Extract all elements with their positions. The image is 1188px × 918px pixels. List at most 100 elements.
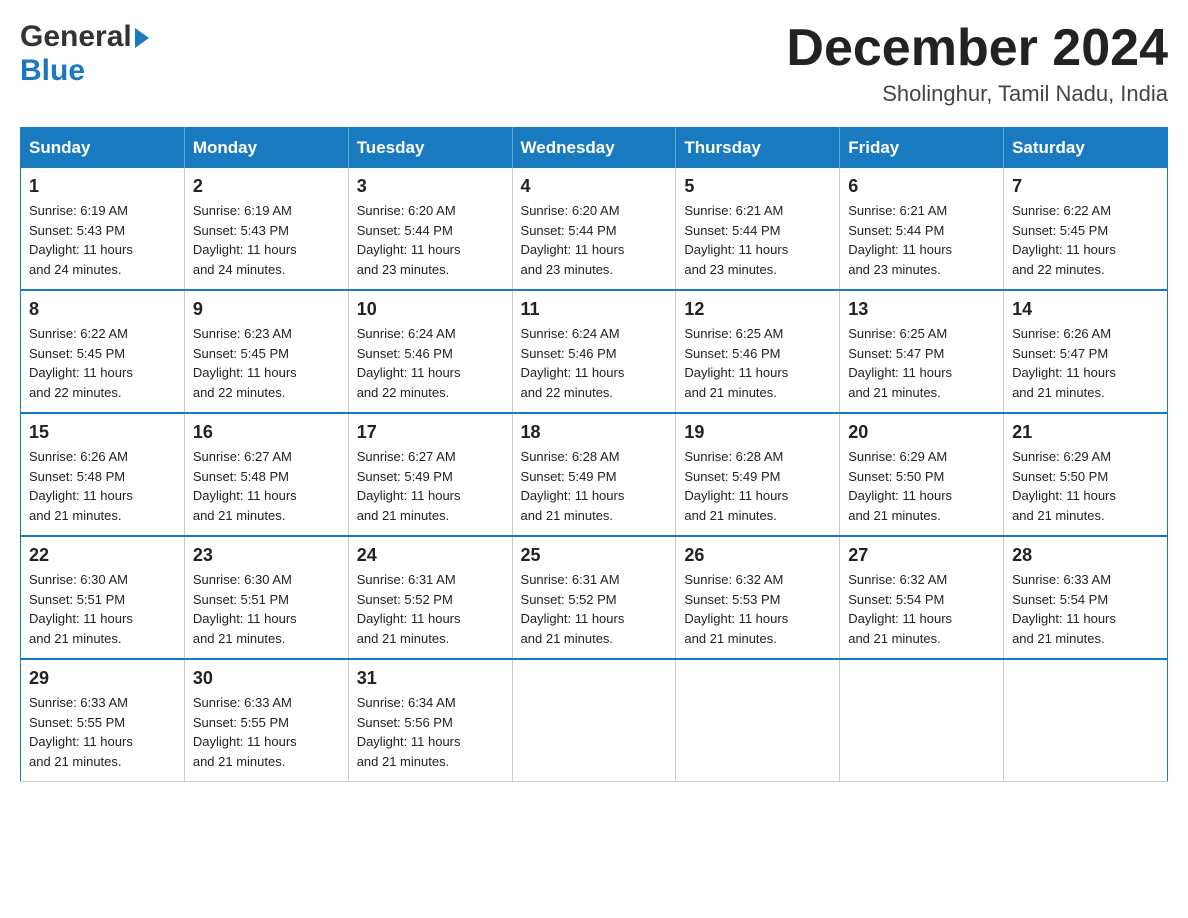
day-number: 1: [29, 176, 176, 197]
day-info: Sunrise: 6:32 AMSunset: 5:53 PMDaylight:…: [684, 572, 788, 646]
day-info: Sunrise: 6:30 AMSunset: 5:51 PMDaylight:…: [29, 572, 133, 646]
calendar-cell: 10 Sunrise: 6:24 AMSunset: 5:46 PMDaylig…: [348, 290, 512, 413]
calendar-cell: 16 Sunrise: 6:27 AMSunset: 5:48 PMDaylig…: [184, 413, 348, 536]
day-number: 24: [357, 545, 504, 566]
calendar-header-sunday: Sunday: [21, 128, 185, 169]
calendar-cell: 24 Sunrise: 6:31 AMSunset: 5:52 PMDaylig…: [348, 536, 512, 659]
calendar-header-tuesday: Tuesday: [348, 128, 512, 169]
calendar-cell: [1004, 659, 1168, 782]
calendar-header-row: SundayMondayTuesdayWednesdayThursdayFrid…: [21, 128, 1168, 169]
calendar-cell: 18 Sunrise: 6:28 AMSunset: 5:49 PMDaylig…: [512, 413, 676, 536]
day-info: Sunrise: 6:28 AMSunset: 5:49 PMDaylight:…: [521, 449, 625, 523]
calendar-cell: 13 Sunrise: 6:25 AMSunset: 5:47 PMDaylig…: [840, 290, 1004, 413]
day-number: 31: [357, 668, 504, 689]
calendar-header-monday: Monday: [184, 128, 348, 169]
day-info: Sunrise: 6:33 AMSunset: 5:55 PMDaylight:…: [29, 695, 133, 769]
day-number: 28: [1012, 545, 1159, 566]
day-info: Sunrise: 6:26 AMSunset: 5:47 PMDaylight:…: [1012, 326, 1116, 400]
day-number: 15: [29, 422, 176, 443]
day-info: Sunrise: 6:24 AMSunset: 5:46 PMDaylight:…: [521, 326, 625, 400]
calendar-cell: 4 Sunrise: 6:20 AMSunset: 5:44 PMDayligh…: [512, 168, 676, 290]
day-info: Sunrise: 6:22 AMSunset: 5:45 PMDaylight:…: [29, 326, 133, 400]
day-info: Sunrise: 6:21 AMSunset: 5:44 PMDaylight:…: [684, 203, 788, 277]
calendar-cell: 20 Sunrise: 6:29 AMSunset: 5:50 PMDaylig…: [840, 413, 1004, 536]
day-info: Sunrise: 6:25 AMSunset: 5:47 PMDaylight:…: [848, 326, 952, 400]
day-number: 23: [193, 545, 340, 566]
calendar-cell: 31 Sunrise: 6:34 AMSunset: 5:56 PMDaylig…: [348, 659, 512, 782]
calendar-header-friday: Friday: [840, 128, 1004, 169]
calendar-cell: 2 Sunrise: 6:19 AMSunset: 5:43 PMDayligh…: [184, 168, 348, 290]
month-year-title: December 2024: [786, 20, 1168, 77]
calendar-cell: 15 Sunrise: 6:26 AMSunset: 5:48 PMDaylig…: [21, 413, 185, 536]
day-number: 21: [1012, 422, 1159, 443]
day-number: 25: [521, 545, 668, 566]
day-info: Sunrise: 6:31 AMSunset: 5:52 PMDaylight:…: [357, 572, 461, 646]
day-number: 12: [684, 299, 831, 320]
day-number: 11: [521, 299, 668, 320]
day-info: Sunrise: 6:19 AMSunset: 5:43 PMDaylight:…: [29, 203, 133, 277]
day-info: Sunrise: 6:24 AMSunset: 5:46 PMDaylight:…: [357, 326, 461, 400]
calendar-cell: [676, 659, 840, 782]
day-number: 18: [521, 422, 668, 443]
day-number: 7: [1012, 176, 1159, 197]
day-number: 27: [848, 545, 995, 566]
day-info: Sunrise: 6:30 AMSunset: 5:51 PMDaylight:…: [193, 572, 297, 646]
calendar-cell: 19 Sunrise: 6:28 AMSunset: 5:49 PMDaylig…: [676, 413, 840, 536]
day-info: Sunrise: 6:19 AMSunset: 5:43 PMDaylight:…: [193, 203, 297, 277]
day-number: 19: [684, 422, 831, 443]
calendar-cell: 29 Sunrise: 6:33 AMSunset: 5:55 PMDaylig…: [21, 659, 185, 782]
day-info: Sunrise: 6:27 AMSunset: 5:49 PMDaylight:…: [357, 449, 461, 523]
calendar-cell: [512, 659, 676, 782]
day-number: 9: [193, 299, 340, 320]
day-number: 5: [684, 176, 831, 197]
day-number: 16: [193, 422, 340, 443]
day-number: 26: [684, 545, 831, 566]
calendar-week-row: 1 Sunrise: 6:19 AMSunset: 5:43 PMDayligh…: [21, 168, 1168, 290]
day-number: 8: [29, 299, 176, 320]
day-info: Sunrise: 6:23 AMSunset: 5:45 PMDaylight:…: [193, 326, 297, 400]
calendar-cell: 11 Sunrise: 6:24 AMSunset: 5:46 PMDaylig…: [512, 290, 676, 413]
calendar-week-row: 8 Sunrise: 6:22 AMSunset: 5:45 PMDayligh…: [21, 290, 1168, 413]
day-info: Sunrise: 6:28 AMSunset: 5:49 PMDaylight:…: [684, 449, 788, 523]
calendar-header-thursday: Thursday: [676, 128, 840, 169]
logo-blue-text: Blue: [20, 54, 85, 87]
calendar-header-wednesday: Wednesday: [512, 128, 676, 169]
day-number: 30: [193, 668, 340, 689]
location-subtitle: Sholinghur, Tamil Nadu, India: [786, 81, 1168, 107]
day-number: 29: [29, 668, 176, 689]
calendar-week-row: 29 Sunrise: 6:33 AMSunset: 5:55 PMDaylig…: [21, 659, 1168, 782]
calendar-week-row: 22 Sunrise: 6:30 AMSunset: 5:51 PMDaylig…: [21, 536, 1168, 659]
day-info: Sunrise: 6:29 AMSunset: 5:50 PMDaylight:…: [1012, 449, 1116, 523]
day-number: 10: [357, 299, 504, 320]
calendar-header-saturday: Saturday: [1004, 128, 1168, 169]
page-header: General Blue December 2024 Sholinghur, T…: [20, 20, 1168, 107]
day-info: Sunrise: 6:33 AMSunset: 5:55 PMDaylight:…: [193, 695, 297, 769]
calendar-cell: 17 Sunrise: 6:27 AMSunset: 5:49 PMDaylig…: [348, 413, 512, 536]
logo: General Blue: [20, 20, 149, 88]
calendar-cell: 12 Sunrise: 6:25 AMSunset: 5:46 PMDaylig…: [676, 290, 840, 413]
day-info: Sunrise: 6:22 AMSunset: 5:45 PMDaylight:…: [1012, 203, 1116, 277]
calendar-cell: 23 Sunrise: 6:30 AMSunset: 5:51 PMDaylig…: [184, 536, 348, 659]
day-info: Sunrise: 6:21 AMSunset: 5:44 PMDaylight:…: [848, 203, 952, 277]
calendar-cell: 25 Sunrise: 6:31 AMSunset: 5:52 PMDaylig…: [512, 536, 676, 659]
day-number: 2: [193, 176, 340, 197]
calendar-cell: 9 Sunrise: 6:23 AMSunset: 5:45 PMDayligh…: [184, 290, 348, 413]
day-info: Sunrise: 6:31 AMSunset: 5:52 PMDaylight:…: [521, 572, 625, 646]
day-number: 3: [357, 176, 504, 197]
calendar-cell: 27 Sunrise: 6:32 AMSunset: 5:54 PMDaylig…: [840, 536, 1004, 659]
day-number: 20: [848, 422, 995, 443]
day-number: 6: [848, 176, 995, 197]
calendar-cell: 28 Sunrise: 6:33 AMSunset: 5:54 PMDaylig…: [1004, 536, 1168, 659]
calendar-cell: 21 Sunrise: 6:29 AMSunset: 5:50 PMDaylig…: [1004, 413, 1168, 536]
calendar-table: SundayMondayTuesdayWednesdayThursdayFrid…: [20, 127, 1168, 782]
calendar-cell: 6 Sunrise: 6:21 AMSunset: 5:44 PMDayligh…: [840, 168, 1004, 290]
day-info: Sunrise: 6:33 AMSunset: 5:54 PMDaylight:…: [1012, 572, 1116, 646]
calendar-cell: 26 Sunrise: 6:32 AMSunset: 5:53 PMDaylig…: [676, 536, 840, 659]
day-number: 22: [29, 545, 176, 566]
title-block: December 2024 Sholinghur, Tamil Nadu, In…: [786, 20, 1168, 107]
day-info: Sunrise: 6:26 AMSunset: 5:48 PMDaylight:…: [29, 449, 133, 523]
day-info: Sunrise: 6:29 AMSunset: 5:50 PMDaylight:…: [848, 449, 952, 523]
calendar-cell: 5 Sunrise: 6:21 AMSunset: 5:44 PMDayligh…: [676, 168, 840, 290]
logo-general-text: General: [20, 20, 132, 54]
calendar-cell: [840, 659, 1004, 782]
